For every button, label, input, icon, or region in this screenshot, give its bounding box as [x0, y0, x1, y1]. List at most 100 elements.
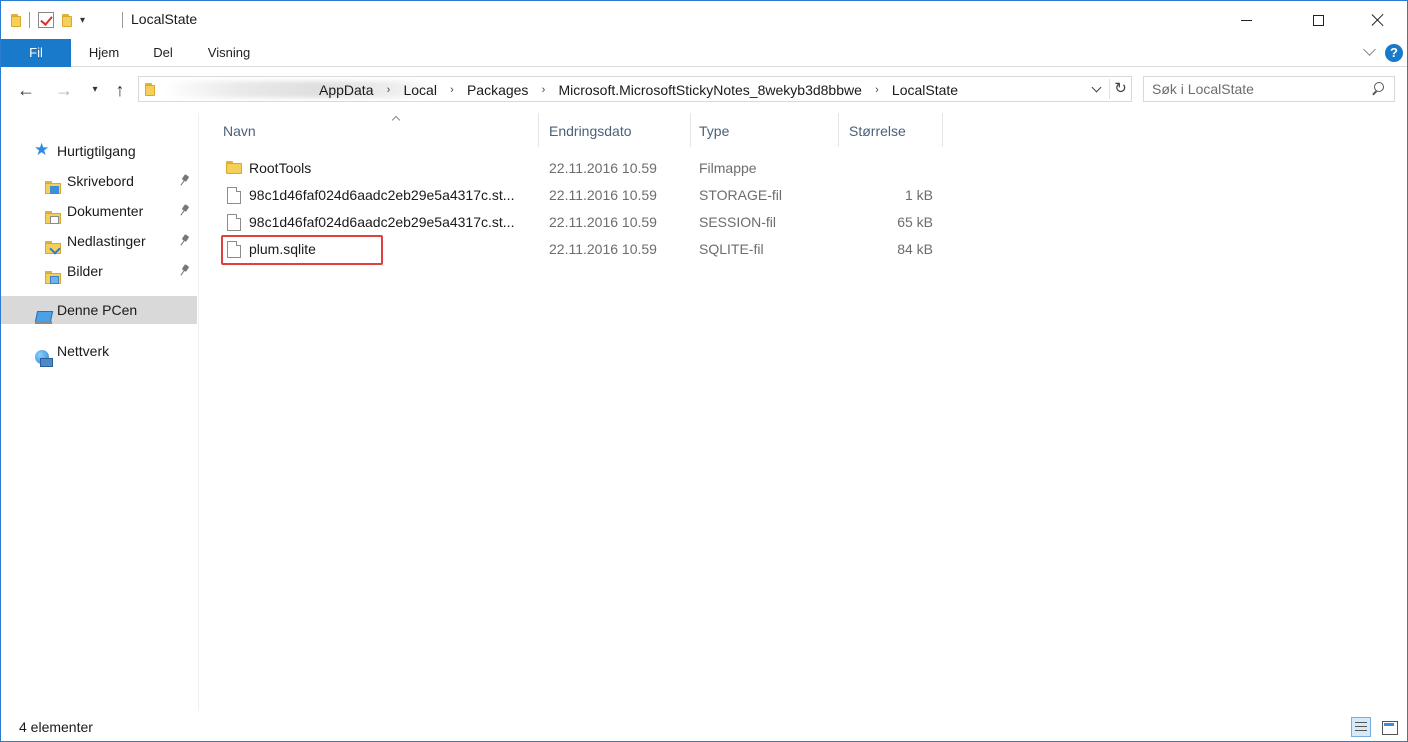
maximize-icon: [1312, 14, 1324, 26]
desktop-folder-icon: [45, 179, 61, 195]
file-row-storage[interactable]: 98c1d46faf024d6aadc2eb29e5a4317c.st... 2…: [217, 183, 943, 209]
file-name: RootTools: [249, 160, 312, 176]
file-row-session[interactable]: 98c1d46faf024d6aadc2eb29e5a4317c.st... 2…: [217, 210, 943, 236]
quick-access-toolbar: ▾: [11, 9, 85, 31]
breadcrumb-local[interactable]: Local: [401, 82, 438, 98]
breadcrumb-stickynotes[interactable]: Microsoft.MicrosoftStickyNotes_8wekyb3d8…: [556, 82, 863, 98]
tab-share[interactable]: Del: [141, 39, 185, 67]
file-size: 1 kB: [904, 187, 933, 203]
navigation-bar: ← → ▾ ↑ AppData › Local › Packages › Mic…: [1, 67, 1407, 113]
navigation-pane: ★ Hurtigtilgang Skrivebord Dokumenter Ne…: [1, 113, 198, 711]
folder-icon[interactable]: [11, 13, 21, 27]
tab-view[interactable]: Visning: [197, 39, 261, 67]
item-count: 4 elementer: [19, 719, 93, 735]
window-title: LocalState: [131, 11, 198, 27]
customize-dropdown-icon[interactable]: ▾: [80, 15, 85, 26]
column-header-name[interactable]: Navn: [217, 113, 539, 147]
breadcrumb-localstate[interactable]: LocalState: [890, 82, 960, 98]
nav-item-label: Nettverk: [57, 343, 110, 359]
maximize-button[interactable]: [1295, 1, 1341, 39]
tab-file[interactable]: Fil: [1, 39, 71, 67]
file-list: Navn Endringsdato Type Størrelse RootToo…: [199, 113, 1407, 711]
file-date: 22.11.2016 10.59: [549, 160, 657, 176]
sort-ascending-icon: [391, 115, 401, 121]
search-box[interactable]: [1143, 76, 1395, 102]
nav-item-label: Denne PCen: [57, 302, 138, 318]
file-size: 84 kB: [897, 241, 933, 257]
downloads-folder-icon: [45, 239, 61, 255]
nav-item-desktop[interactable]: Skrivebord: [1, 167, 197, 195]
tab-home[interactable]: Hjem: [79, 39, 129, 67]
breadcrumb-separator[interactable]: ›: [439, 84, 465, 96]
column-header-label: Navn: [223, 123, 256, 139]
file-name: 98c1d46faf024d6aadc2eb29e5a4317c.st...: [249, 214, 515, 230]
nav-item-network[interactable]: Nettverk: [1, 337, 197, 367]
file-date: 22.11.2016 10.59: [549, 241, 657, 257]
large-icons-view-icon[interactable]: [1379, 717, 1399, 737]
new-folder-icon[interactable]: [62, 13, 72, 27]
breadcrumb-appdata[interactable]: AppData: [317, 82, 375, 98]
file-size: 65 kB: [897, 214, 933, 230]
file-type: STORAGE-fil: [699, 187, 782, 203]
column-header-date[interactable]: Endringsdato: [543, 113, 691, 147]
details-view-icon[interactable]: [1351, 717, 1371, 737]
search-input[interactable]: [1152, 80, 1362, 98]
folder-icon: [226, 161, 242, 174]
file-date: 22.11.2016 10.59: [549, 214, 657, 230]
nav-item-label: Nedlastinger: [67, 233, 146, 249]
status-bar: 4 elementer: [1, 711, 1407, 741]
address-dropdown-chevron-icon[interactable]: [1089, 81, 1105, 99]
nav-item-downloads[interactable]: Nedlastinger: [1, 227, 197, 255]
toolbar-separator: [29, 12, 30, 28]
file-icon: [227, 187, 241, 204]
up-arrow-icon[interactable]: ↑: [109, 79, 131, 101]
file-type: Filmappe: [699, 160, 757, 176]
highlight-annotation-box: [221, 235, 383, 265]
nav-item-label: Hurtigtilgang: [57, 143, 136, 159]
file-type: SESSION-fil: [699, 214, 777, 230]
minimize-icon: [1240, 19, 1252, 21]
minimize-button[interactable]: [1223, 1, 1269, 39]
nav-item-this-pc[interactable]: Denne PCen: [1, 296, 197, 324]
expand-ribbon-chevron-icon[interactable]: [1363, 45, 1377, 59]
pin-icon[interactable]: [179, 264, 191, 278]
pin-icon[interactable]: [179, 174, 191, 188]
computer-icon: [35, 311, 53, 325]
help-icon[interactable]: ?: [1385, 44, 1403, 62]
breadcrumb: AppData › Local › Packages › Microsoft.M…: [317, 81, 960, 99]
nav-item-label: Bilder: [67, 263, 103, 279]
refresh-icon[interactable]: ↻: [1109, 79, 1131, 99]
file-explorer-window: ▾ LocalState Fil Hjem Del Visning ? ← → …: [0, 0, 1408, 742]
breadcrumb-packages[interactable]: Packages: [465, 82, 530, 98]
documents-folder-icon: [45, 209, 61, 225]
title-separator: [122, 12, 123, 28]
star-icon: ★: [34, 140, 50, 159]
ribbon-tabs: Fil Hjem Del Visning ?: [1, 39, 1407, 67]
pictures-folder-icon: [45, 269, 61, 285]
file-date: 22.11.2016 10.59: [549, 187, 657, 203]
nav-item-pictures[interactable]: Bilder: [1, 257, 197, 285]
pin-icon[interactable]: [179, 204, 191, 218]
nav-item-label: Dokumenter: [67, 203, 144, 219]
properties-check-icon[interactable]: [38, 12, 54, 28]
forward-arrow-icon[interactable]: →: [53, 79, 75, 101]
address-bar[interactable]: AppData › Local › Packages › Microsoft.M…: [138, 76, 1132, 102]
breadcrumb-separator[interactable]: ›: [375, 84, 401, 96]
file-icon: [227, 214, 241, 231]
column-header-type[interactable]: Type: [693, 113, 839, 147]
breadcrumb-separator[interactable]: ›: [864, 84, 890, 96]
title-bar: ▾ LocalState: [1, 1, 1407, 39]
nav-item-documents[interactable]: Dokumenter: [1, 197, 197, 225]
address-folder-icon: [145, 83, 155, 96]
file-row-roottools[interactable]: RootTools 22.11.2016 10.59 Filmappe: [217, 156, 943, 182]
network-icon: [34, 349, 53, 367]
breadcrumb-separator[interactable]: ›: [530, 84, 556, 96]
nav-item-quick-access[interactable]: ★ Hurtigtilgang: [1, 137, 197, 165]
recent-locations-chevron-icon[interactable]: ▾: [89, 79, 101, 101]
column-header-size[interactable]: Størrelse: [843, 113, 943, 147]
search-icon[interactable]: [1370, 81, 1386, 97]
back-arrow-icon[interactable]: ←: [15, 79, 37, 101]
pin-icon[interactable]: [179, 234, 191, 248]
nav-item-label: Skrivebord: [67, 173, 134, 189]
close-button[interactable]: [1355, 1, 1401, 39]
